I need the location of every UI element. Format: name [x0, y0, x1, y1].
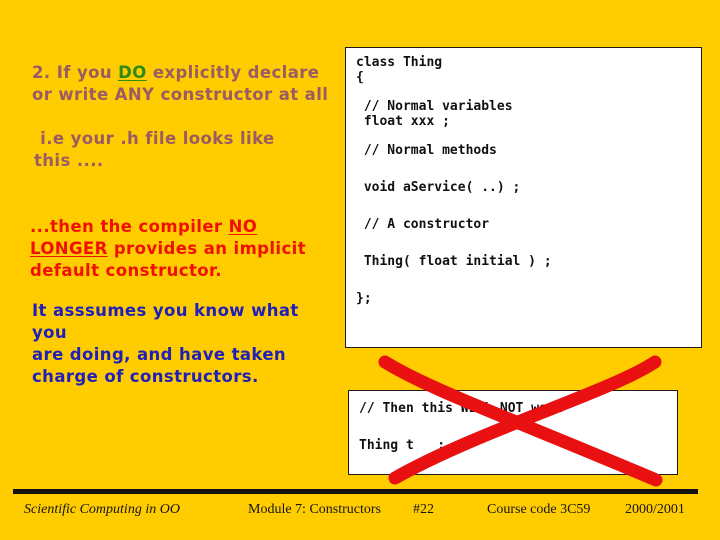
- bullet-1-text-a: 2. If you: [32, 63, 119, 82]
- code-line: Thing t ;: [359, 438, 446, 453]
- code-line: {: [356, 70, 364, 85]
- code-line: // A constructor: [356, 217, 490, 232]
- bullet-1: 2. If you DO explicitly declare or write…: [32, 62, 332, 106]
- code-line: float xxx ;: [356, 114, 450, 129]
- usage-code-box: // Then this WILL NOT work Thing t ;: [348, 390, 678, 475]
- footer: Scientific Computing in OO Module 7: Con…: [0, 498, 720, 528]
- slide-canvas: 2. If you DO explicitly declare or write…: [0, 0, 720, 540]
- footer-year: 2000/2001: [625, 502, 685, 517]
- code-line: class Thing: [356, 55, 443, 70]
- bullet-4: It asssumes you know what you are doing,…: [32, 300, 332, 388]
- bullet-3-text-a: ...then the compiler: [30, 217, 229, 236]
- bullet-4-text: It asssumes you know what you are doing,…: [32, 301, 299, 386]
- code-line: // Normal methods: [356, 143, 497, 158]
- footer-slide-number: #22: [413, 502, 434, 517]
- code-line: // Then this WILL NOT work: [359, 401, 563, 416]
- footer-module: Module 7: Constructors: [248, 502, 381, 517]
- class-definition-code-box: class Thing{ // Normal variables float x…: [345, 47, 702, 348]
- bullet-column: 2. If you DO explicitly declare or write…: [0, 0, 340, 470]
- code-line: };: [356, 291, 372, 306]
- bullet-2-text: i.e your .h file looks like this ....: [34, 129, 275, 170]
- code-line: void aService( ..) ;: [356, 180, 521, 195]
- bullet-2: i.e your .h file looks like this ....: [34, 128, 334, 172]
- footer-course-code: Course code 3C59: [487, 502, 591, 517]
- bullet-1-emphasis-do: DO: [118, 63, 147, 82]
- bullet-3: ...then the compiler NO LONGER provides …: [30, 216, 320, 282]
- footer-divider: [13, 489, 698, 494]
- footer-course-title: Scientific Computing in OO: [24, 502, 180, 517]
- code-line: // Normal variables: [356, 99, 513, 114]
- code-line: Thing( float initial ) ;: [356, 254, 552, 269]
